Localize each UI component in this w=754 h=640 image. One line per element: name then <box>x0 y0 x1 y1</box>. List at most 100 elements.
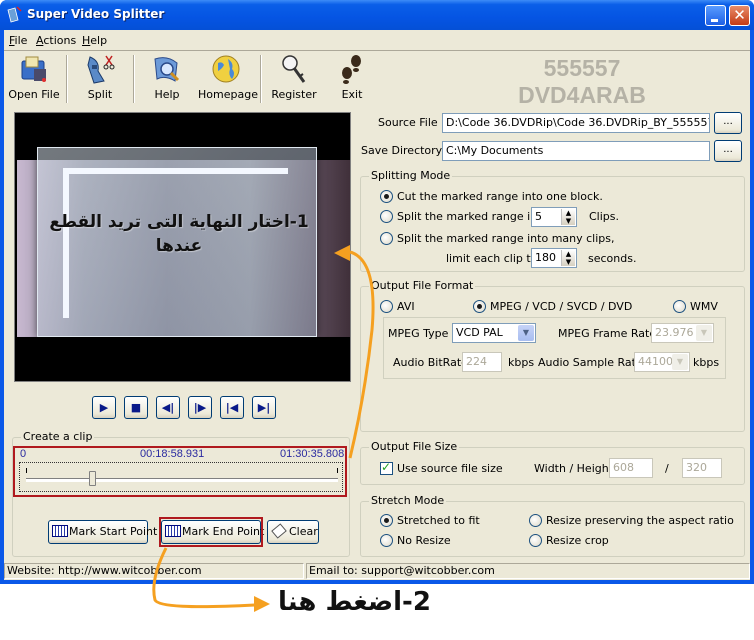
source-file-input[interactable]: D:\Code 36.DVDRip\Code 36.DVDRip_BY_5555… <box>442 113 710 133</box>
clip-count-value: 5 <box>535 210 542 223</box>
output-format-legend: Output File Format <box>369 279 476 292</box>
globe-icon <box>212 55 240 83</box>
sample-rate-label: Audio Sample Rate <box>538 356 643 369</box>
frame-rate-value: 23.976 <box>655 326 694 339</box>
sample-rate-value: 44100 <box>638 355 673 368</box>
go-end-button[interactable]: ▶| <box>252 396 276 419</box>
radio-preserve-aspect[interactable] <box>529 514 542 527</box>
sample-rate-select[interactable]: 44100 ▼ <box>634 352 690 372</box>
chevron-down-icon[interactable]: ▼ <box>518 325 534 341</box>
save-browse-button[interactable]: ... <box>714 140 742 162</box>
go-end-icon: ▶| <box>257 401 271 414</box>
toolbar-homepage[interactable]: Homepage <box>198 53 258 101</box>
clip-seconds-spinner[interactable]: 180 ▲ ▼ <box>531 248 577 268</box>
stop-button[interactable]: ■ <box>124 396 148 419</box>
radio-split-into-clips[interactable] <box>380 210 393 223</box>
toolbar-exit[interactable]: Exit <box>334 53 370 101</box>
resize-crop-label: Resize crop <box>546 534 609 547</box>
width-height-label: Width / Height <box>534 462 614 475</box>
slider-thumb[interactable] <box>88 471 96 486</box>
use-source-size-label: Use source file size <box>397 462 503 475</box>
create-clip-legend: Create a clip <box>21 430 95 443</box>
slider-tick-start <box>26 468 27 473</box>
chevron-down-icon[interactable]: ▼ <box>672 354 688 370</box>
audio-bitrate-input[interactable]: 224 <box>462 352 502 372</box>
toolbar-open-file[interactable]: Open File <box>8 53 60 101</box>
arrowhead-step2 <box>254 596 270 612</box>
width-input[interactable]: 608 <box>609 458 653 478</box>
frame-rate-select[interactable]: 23.976 ▼ <box>651 323 714 343</box>
seconds-suffix-label: seconds. <box>588 252 637 265</box>
watermark-line2: DVD4ARAB <box>518 82 646 108</box>
caption-overlay-box: 1-اختار النهاية التى تريد القطع عندها <box>37 147 317 337</box>
mark-start-label: Mark Start Point <box>69 525 158 538</box>
source-file-label: Source File : <box>378 116 445 129</box>
mpeg-type-select[interactable]: VCD PAL ▼ <box>452 323 536 343</box>
clear-button[interactable]: Clear <box>267 520 319 544</box>
radio-mpeg[interactable] <box>473 300 486 313</box>
step-back-icon: ◀| <box>161 401 175 414</box>
output-size-legend: Output File Size <box>369 440 460 453</box>
status-email[interactable]: Email to: support@witcobber.com <box>306 563 750 579</box>
spin-arrows-icon[interactable]: ▲ ▼ <box>561 209 575 225</box>
save-directory-label: Save Directory : <box>361 144 450 157</box>
split-into-label: Split the marked range into <box>397 210 549 223</box>
help-magnifier-icon <box>154 57 180 82</box>
minimize-button[interactable] <box>705 5 726 26</box>
toolbar-split[interactable]: Split <box>79 53 121 101</box>
key-icon <box>282 55 306 83</box>
radio-resize-crop[interactable] <box>529 534 542 547</box>
save-directory-input[interactable]: C:\My Documents <box>442 141 710 161</box>
clip-count-spinner[interactable]: 5 ▲ ▼ <box>531 207 577 227</box>
menu-file[interactable]: File <box>9 34 27 47</box>
status-website[interactable]: Website: http://www.witcobber.com <box>4 563 304 579</box>
sample-rate-unit: kbps <box>693 356 720 369</box>
radio-wmv[interactable] <box>673 300 686 313</box>
go-start-button[interactable]: |◀ <box>220 396 244 419</box>
no-resize-label: No Resize <box>397 534 451 547</box>
play-button[interactable]: ▶ <box>92 396 116 419</box>
split-many-label: Split the marked range into many clips, <box>397 232 615 245</box>
film-scissors-icon <box>87 55 115 84</box>
mark-start-button[interactable]: Mark Start Point <box>48 520 157 544</box>
avi-label: AVI <box>397 300 415 313</box>
timeline-slider[interactable] <box>19 462 343 492</box>
clear-label: Clear <box>289 525 318 538</box>
step-forward-icon: |▶ <box>193 401 207 414</box>
radio-stretched[interactable] <box>380 514 393 527</box>
open-folder-icon <box>21 56 46 82</box>
spin-arrows-icon[interactable]: ▲ ▼ <box>561 250 575 266</box>
clip-start-time: 0 <box>20 448 27 460</box>
menu-help[interactable]: Help <box>82 34 107 47</box>
toolbar-separator <box>260 55 262 103</box>
toolbar-label: Register <box>271 88 317 101</box>
app-window: Super Video Splitter ✕ File Actions Help… <box>0 0 754 584</box>
step-back-button[interactable]: ◀| <box>156 396 180 419</box>
radio-cut-one-block[interactable] <box>380 190 393 203</box>
chevron-down-icon[interactable]: ▼ <box>696 325 712 341</box>
toolbar-register[interactable]: Register <box>269 53 319 101</box>
close-icon: ✕ <box>733 6 746 24</box>
step2-caption: 2-اضغط هنا <box>278 587 431 617</box>
video-preview[interactable]: 1-اختار النهاية التى تريد القطع عندها <box>14 112 351 382</box>
slider-tick-end <box>337 468 338 473</box>
menu-actions[interactable]: Actions <box>36 34 76 47</box>
radio-avi[interactable] <box>380 300 393 313</box>
toolbar-help[interactable]: Help <box>147 53 187 101</box>
play-icon: ▶ <box>99 401 109 414</box>
audio-bitrate-unit: kbps <box>508 356 535 369</box>
toolbar-label: Open File <box>8 88 60 101</box>
height-input[interactable]: 320 <box>682 458 722 478</box>
source-browse-button[interactable]: ... <box>714 112 742 134</box>
mpeg-type-label: MPEG Type <box>388 327 449 340</box>
step-forward-button[interactable]: |▶ <box>188 396 212 419</box>
use-source-size-checkbox[interactable] <box>380 460 393 475</box>
close-button[interactable]: ✕ <box>729 5 750 26</box>
radio-no-resize[interactable] <box>380 534 393 547</box>
eraser-icon <box>271 523 287 539</box>
window-title: Super Video Splitter <box>27 7 165 21</box>
title-bar[interactable]: Super Video Splitter ✕ <box>0 0 754 30</box>
menu-bar: File Actions Help <box>4 30 750 50</box>
toolbar-label: Help <box>154 88 180 101</box>
radio-split-many-clips[interactable] <box>380 232 393 245</box>
